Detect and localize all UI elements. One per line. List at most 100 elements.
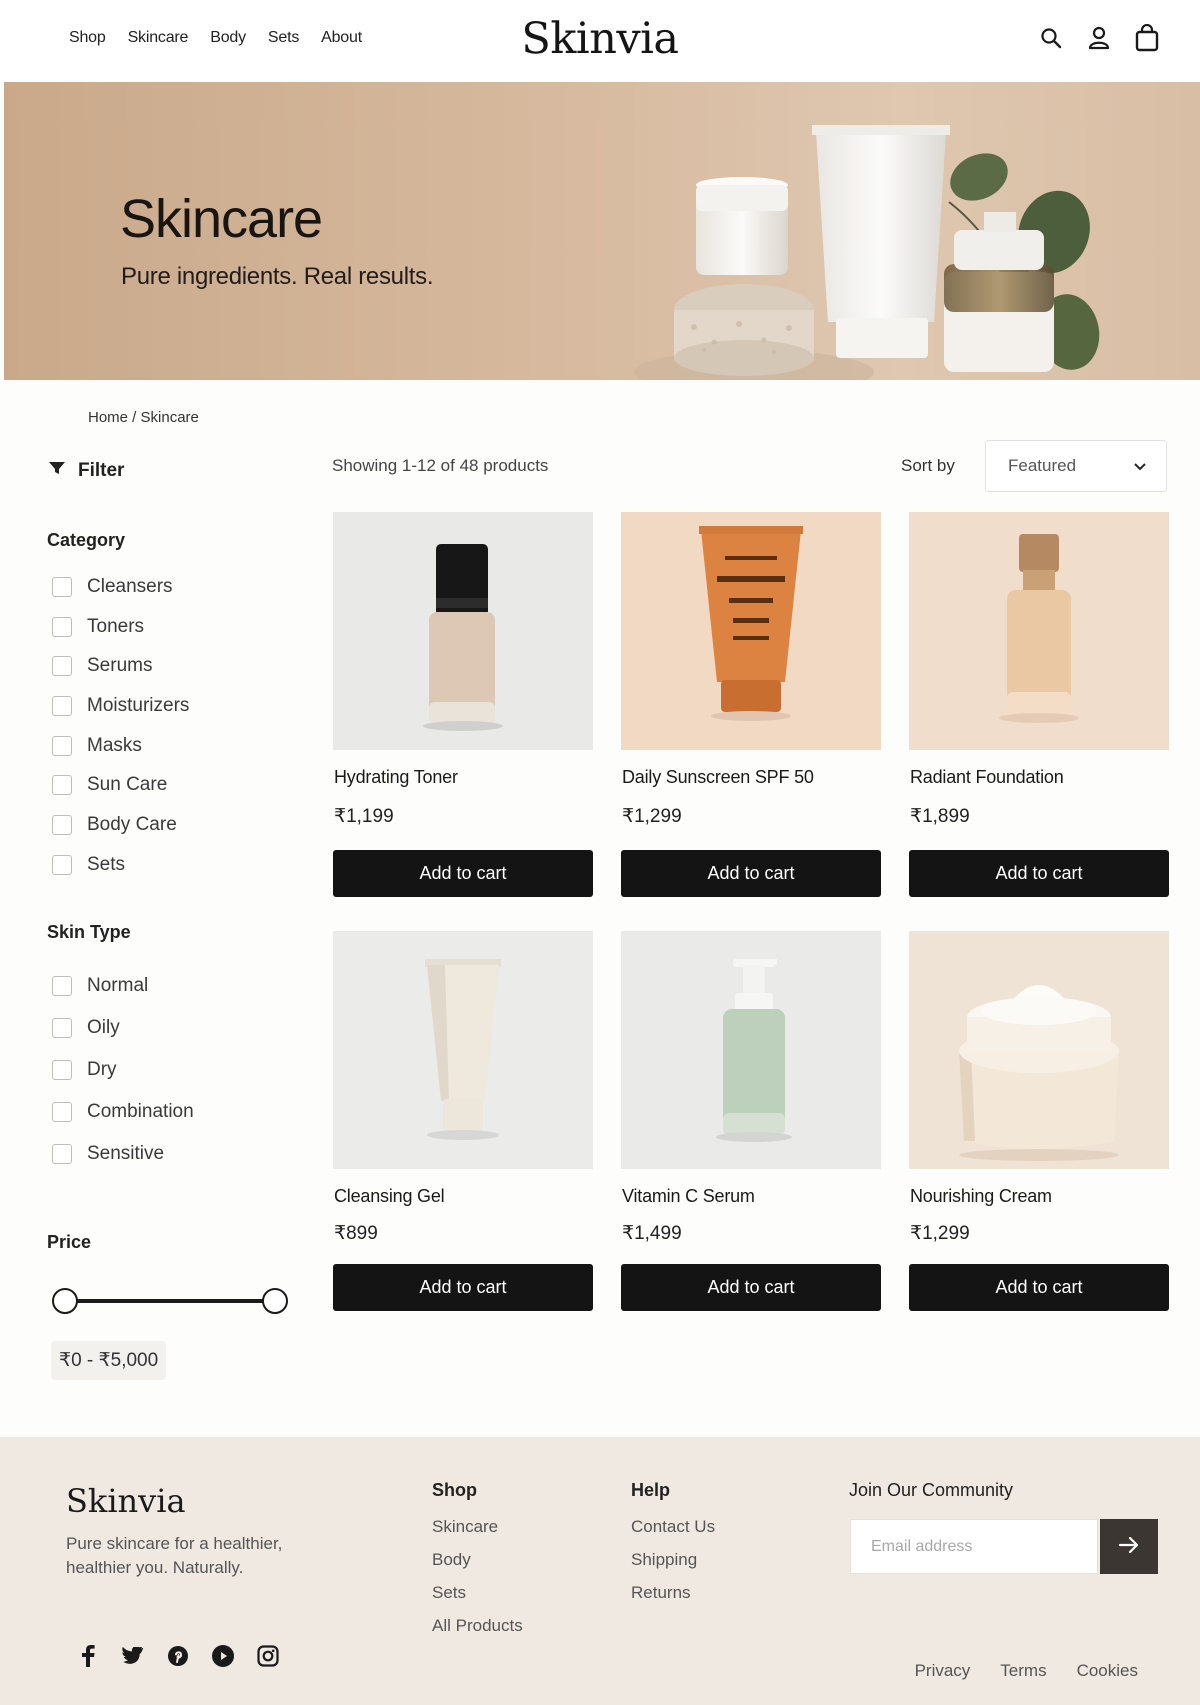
newsletter-email-input[interactable] bbox=[850, 1519, 1098, 1574]
site-logo[interactable]: Skinvia bbox=[521, 14, 679, 64]
footer-link[interactable]: All Products bbox=[432, 1609, 523, 1642]
sort-dropdown[interactable]: Featured bbox=[985, 440, 1167, 492]
add-to-cart-button[interactable]: Add to cart bbox=[621, 850, 881, 897]
cookies-link[interactable]: Cookies bbox=[1077, 1661, 1138, 1681]
category-option[interactable]: Cleansers bbox=[52, 567, 189, 607]
nav-shop[interactable]: Shop bbox=[69, 29, 106, 47]
product-image[interactable] bbox=[621, 931, 881, 1169]
add-to-cart-button[interactable]: Add to cart bbox=[333, 850, 593, 897]
main-nav: Shop Skincare Body Sets About bbox=[69, 29, 384, 47]
add-to-cart-button[interactable]: Add to cart bbox=[333, 1264, 593, 1311]
skin-type-option[interactable]: Combination bbox=[52, 1091, 194, 1133]
category-option[interactable]: Masks bbox=[52, 726, 189, 766]
footer-shop-title: Shop bbox=[432, 1480, 477, 1500]
add-to-cart-button[interactable]: Add to cart bbox=[909, 1264, 1169, 1311]
category-title: Category bbox=[47, 530, 126, 550]
product-price: ₹1,499 bbox=[622, 1223, 682, 1244]
category-option[interactable]: Serums bbox=[52, 646, 189, 686]
footer-link[interactable]: Sets bbox=[432, 1576, 523, 1609]
footer-link[interactable]: Shipping bbox=[631, 1543, 715, 1576]
checkbox[interactable] bbox=[52, 1018, 72, 1038]
product-name[interactable]: Vitamin C Serum bbox=[622, 1186, 755, 1207]
nav-about[interactable]: About bbox=[321, 29, 362, 47]
footer-logo[interactable]: Skinvia bbox=[66, 1482, 186, 1520]
price-max-handle[interactable] bbox=[262, 1288, 288, 1314]
facebook-icon[interactable] bbox=[76, 1644, 100, 1668]
category-option[interactable]: Toners bbox=[52, 607, 189, 647]
hero-title: Skincare bbox=[120, 189, 323, 249]
footer-link[interactable]: Contact Us bbox=[631, 1510, 715, 1543]
price-slider[interactable] bbox=[52, 1288, 288, 1314]
product-image[interactable] bbox=[621, 512, 881, 750]
nav-sets[interactable]: Sets bbox=[268, 29, 299, 47]
nav-skincare[interactable]: Skincare bbox=[128, 29, 189, 47]
site-header: Shop Skincare Body Sets About Skinvia bbox=[0, 0, 1200, 82]
skin-type-option[interactable]: Dry bbox=[52, 1049, 194, 1091]
terms-link[interactable]: Terms bbox=[1000, 1661, 1046, 1681]
checkbox[interactable] bbox=[52, 1102, 72, 1122]
chevron-down-icon bbox=[1134, 456, 1146, 476]
bag-icon[interactable] bbox=[1134, 24, 1160, 52]
checkbox[interactable] bbox=[52, 976, 72, 996]
checkbox[interactable] bbox=[52, 814, 72, 835]
product-card[interactable]: Hydrating Toner ₹1,199 Add to cart bbox=[333, 512, 593, 902]
category-option[interactable]: Sets bbox=[52, 845, 189, 885]
pinterest-icon[interactable] bbox=[166, 1644, 190, 1668]
checkbox[interactable] bbox=[52, 576, 72, 597]
checkbox[interactable] bbox=[52, 616, 72, 637]
product-card[interactable]: Vitamin C Serum ₹1,499 Add to cart bbox=[621, 931, 881, 1315]
checkbox[interactable] bbox=[52, 656, 72, 677]
add-to-cart-button[interactable]: Add to cart bbox=[621, 1264, 881, 1311]
checkbox[interactable] bbox=[52, 1144, 72, 1164]
checkbox[interactable] bbox=[52, 775, 72, 796]
price-min-handle[interactable] bbox=[52, 1288, 78, 1314]
twitter-icon[interactable] bbox=[121, 1644, 145, 1668]
legal-links: Privacy Terms Cookies bbox=[915, 1661, 1138, 1681]
category-option[interactable]: Body Care bbox=[52, 805, 189, 845]
filter-toggle[interactable]: Filter bbox=[48, 460, 124, 482]
product-image[interactable] bbox=[333, 512, 593, 750]
filter-icon bbox=[48, 460, 66, 482]
nav-body[interactable]: Body bbox=[210, 29, 246, 47]
product-image[interactable] bbox=[909, 931, 1169, 1169]
product-price: ₹1,199 bbox=[334, 806, 394, 827]
privacy-link[interactable]: Privacy bbox=[915, 1661, 971, 1681]
checkbox[interactable] bbox=[52, 735, 72, 756]
product-name[interactable]: Daily Sunscreen SPF 50 bbox=[622, 767, 814, 788]
product-card[interactable]: Nourishing Cream ₹1,299 Add to cart bbox=[909, 931, 1169, 1315]
product-card[interactable]: Cleansing Gel ₹899 Add to cart bbox=[333, 931, 593, 1315]
skin-type-option[interactable]: Normal bbox=[52, 965, 194, 1007]
checkbox[interactable] bbox=[52, 695, 72, 716]
product-price: ₹1,299 bbox=[622, 806, 682, 827]
footer-link[interactable]: Body bbox=[432, 1543, 523, 1576]
category-option[interactable]: Sun Care bbox=[52, 765, 189, 805]
skin-type-option[interactable]: Oily bbox=[52, 1007, 194, 1049]
sort-label: Sort by bbox=[901, 456, 955, 475]
filter-label: Filter bbox=[78, 460, 125, 481]
skin-type-option[interactable]: Sensitive bbox=[52, 1133, 194, 1175]
product-price: ₹899 bbox=[334, 1223, 378, 1244]
youtube-icon[interactable] bbox=[211, 1644, 235, 1668]
footer-link[interactable]: Returns bbox=[631, 1576, 715, 1609]
instagram-icon[interactable] bbox=[256, 1644, 280, 1668]
footer-link[interactable]: Skincare bbox=[432, 1510, 523, 1543]
product-card[interactable]: Radiant Foundation ₹1,899 Add to cart bbox=[909, 512, 1169, 902]
checkbox[interactable] bbox=[52, 1060, 72, 1080]
product-name[interactable]: Hydrating Toner bbox=[334, 767, 458, 788]
user-icon[interactable] bbox=[1086, 24, 1112, 52]
breadcrumb[interactable]: Home / Skincare bbox=[88, 409, 199, 426]
add-to-cart-button[interactable]: Add to cart bbox=[909, 850, 1169, 897]
product-image[interactable] bbox=[909, 512, 1169, 750]
newsletter-submit-button[interactable] bbox=[1100, 1519, 1158, 1574]
newsletter-title: Join Our Community bbox=[849, 1480, 1014, 1500]
checkbox[interactable] bbox=[52, 854, 72, 875]
product-name[interactable]: Radiant Foundation bbox=[910, 767, 1064, 788]
product-name[interactable]: Cleansing Gel bbox=[334, 1186, 445, 1207]
results-count: Showing 1-12 of 48 products bbox=[332, 456, 549, 475]
search-icon[interactable] bbox=[1038, 24, 1064, 52]
product-card[interactable]: Daily Sunscreen SPF 50 ₹1,299 Add to car… bbox=[621, 512, 881, 902]
product-image[interactable] bbox=[333, 931, 593, 1169]
product-name[interactable]: Nourishing Cream bbox=[910, 1186, 1052, 1207]
category-option[interactable]: Moisturizers bbox=[52, 686, 189, 726]
header-actions bbox=[1038, 24, 1160, 52]
